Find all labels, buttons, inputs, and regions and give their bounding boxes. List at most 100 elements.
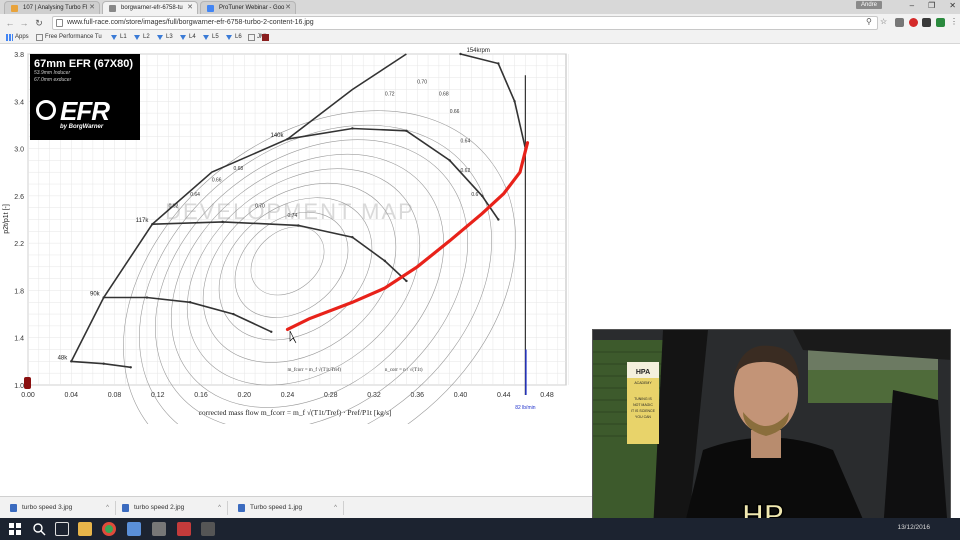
tab-close-icon[interactable]: ✕ bbox=[285, 2, 291, 14]
bookmark-item[interactable]: Free Performance Tu bbox=[36, 32, 102, 43]
extension-icon[interactable] bbox=[895, 18, 904, 27]
inducer-label: 53.9mm Inducer bbox=[34, 70, 71, 76]
chevron-up-icon[interactable]: ^ bbox=[334, 501, 337, 515]
efficiency-label: 0.70 bbox=[417, 80, 427, 86]
x-tick-label: 0.44 bbox=[497, 392, 511, 399]
bookmark-favicon-icon[interactable] bbox=[262, 34, 269, 41]
download-arrow-icon bbox=[203, 35, 209, 40]
bookmark-item[interactable]: Apps bbox=[6, 32, 29, 43]
chevron-up-icon[interactable]: ^ bbox=[218, 501, 221, 515]
tab-close-icon[interactable]: ✕ bbox=[187, 2, 193, 14]
bookmark-item[interactable]: L3 bbox=[157, 32, 173, 43]
origin-marker bbox=[24, 377, 31, 389]
download-filename: Turbo speed 1.jpg bbox=[250, 504, 303, 511]
speed-line-point bbox=[102, 362, 105, 365]
profile-button[interactable]: Andre bbox=[855, 1, 882, 9]
bookmark-item[interactable]: L2 bbox=[134, 32, 150, 43]
speed-line-point bbox=[232, 312, 235, 316]
zoom-icon[interactable]: ⚲ bbox=[866, 16, 872, 28]
bookmark-label: L6 bbox=[235, 34, 242, 40]
tab-bar: 107 | Analysing Turbo Fl ✕ borgwarner-efr-… bbox=[0, 0, 960, 14]
download-item[interactable]: turbo speed 2.jpg ^ bbox=[120, 501, 228, 515]
download-arrow-icon bbox=[134, 35, 140, 40]
x-tick-label: 0.08 bbox=[108, 392, 122, 399]
efficiency-label: 0.68 bbox=[233, 166, 243, 172]
browser-tab[interactable]: 107 | Analysing Turbo Fl ✕ bbox=[4, 1, 100, 14]
y-tick-label: 3.4 bbox=[14, 99, 24, 106]
speed-line-point bbox=[297, 224, 300, 227]
browser-tab[interactable]: borgwarner-efr-6758-tu ✕ bbox=[102, 1, 198, 14]
y-axis-label: p2t/p1t [-] bbox=[3, 204, 10, 234]
efficiency-label: 0.70 bbox=[255, 204, 265, 210]
image-viewer-icon[interactable] bbox=[201, 522, 215, 536]
file-explorer-icon[interactable] bbox=[78, 522, 92, 536]
browser-tab[interactable]: ProTuner Webinar - Goo ✕ bbox=[200, 1, 296, 14]
speed-line-point bbox=[145, 296, 149, 299]
speed-line-point bbox=[286, 137, 289, 141]
x-tick-label: 0.00 bbox=[21, 392, 35, 399]
back-button[interactable]: ← bbox=[4, 17, 16, 29]
bookmarks-bar: AppsFree Performance TuL1L2L3L4L5L6JML bbox=[0, 32, 960, 44]
app-icon[interactable] bbox=[177, 522, 191, 536]
app-icon[interactable] bbox=[152, 522, 166, 536]
bookmark-label: L5 bbox=[212, 34, 219, 40]
sign-line-1: TUNING IS bbox=[634, 397, 652, 401]
x-axis-label: corrected mass flow m_fcorr = m_f √(T1t/… bbox=[199, 408, 392, 417]
sign-brand: HPA bbox=[636, 369, 650, 376]
speed-line-point bbox=[497, 218, 500, 221]
speed-line-label: 140k bbox=[270, 133, 284, 139]
x-tick-label: 0.04 bbox=[64, 392, 78, 399]
formula-text: n_corr = n / √(T1t) bbox=[385, 367, 423, 373]
y-tick-label: 1.4 bbox=[14, 336, 24, 343]
speed-line-point bbox=[270, 330, 273, 334]
sign-academy: ACADEMY bbox=[634, 381, 652, 385]
bookmark-item[interactable]: L1 bbox=[111, 32, 127, 43]
speed-line-point bbox=[188, 301, 192, 304]
sign-line-2: NOT MAGIC bbox=[633, 403, 653, 407]
tab-favicon-icon bbox=[109, 5, 116, 12]
efficiency-label: 0.64 bbox=[190, 192, 200, 198]
photos-icon[interactable] bbox=[127, 522, 141, 536]
chrome-icon[interactable] bbox=[102, 522, 116, 536]
efficiency-label: 0.72 bbox=[385, 91, 395, 97]
maximize-button[interactable]: ❐ bbox=[928, 0, 935, 14]
bookmark-label: L3 bbox=[166, 34, 173, 40]
y-tick-label: 1.8 bbox=[14, 288, 24, 295]
taskbar: 13/12/2016 bbox=[0, 518, 960, 540]
map-title: 67mm EFR (67X80) bbox=[34, 58, 134, 70]
minimize-button[interactable]: – bbox=[910, 0, 914, 14]
download-filename: turbo speed 3.jpg bbox=[22, 504, 73, 511]
extension-icon[interactable] bbox=[922, 18, 931, 27]
chevron-up-icon[interactable]: ^ bbox=[106, 501, 109, 515]
x-tick-label: 0.16 bbox=[194, 392, 208, 399]
speed-line-label: 90k bbox=[90, 292, 101, 298]
menu-icon[interactable]: ⋮ bbox=[950, 16, 958, 28]
choke-label: 82 lb/min bbox=[515, 405, 536, 411]
x-tick-label: 0.24 bbox=[281, 392, 295, 399]
taskbar-clock: 13/12/2016 bbox=[897, 524, 930, 531]
bookmark-label: Apps bbox=[15, 34, 29, 40]
search-icon[interactable] bbox=[32, 522, 46, 536]
speed-line-point bbox=[221, 220, 224, 224]
efficiency-label: 0.66 bbox=[450, 109, 460, 115]
bookmark-item[interactable]: L5 bbox=[203, 32, 219, 43]
borgwarner-byline: by BorgWarner bbox=[60, 124, 104, 130]
download-arrow-icon bbox=[157, 35, 163, 40]
efficiency-label: 0.74 bbox=[288, 213, 298, 219]
speed-line-point bbox=[513, 100, 516, 103]
tab-close-icon[interactable]: ✕ bbox=[89, 2, 95, 14]
task-view-icon[interactable] bbox=[55, 522, 69, 536]
opera-extension-icon[interactable] bbox=[909, 18, 918, 27]
star-icon[interactable]: ☆ bbox=[880, 16, 887, 28]
bookmark-item[interactable]: L4 bbox=[180, 32, 196, 43]
download-item[interactable]: turbo speed 3.jpg ^ bbox=[8, 501, 116, 515]
address-bar[interactable]: www.full-race.com/store/images/full/borg… bbox=[52, 16, 878, 30]
close-window-button[interactable]: ✕ bbox=[949, 0, 956, 14]
windows-start-icon[interactable] bbox=[8, 522, 22, 536]
forward-button[interactable]: → bbox=[18, 17, 30, 29]
sign-line-4: YOU CAN bbox=[635, 415, 651, 419]
download-item[interactable]: Turbo speed 1.jpg ^ bbox=[236, 501, 344, 515]
reload-button[interactable]: ↻ bbox=[33, 17, 45, 29]
extension-icon[interactable] bbox=[936, 18, 945, 27]
bookmark-item[interactable]: L6 bbox=[226, 32, 242, 43]
